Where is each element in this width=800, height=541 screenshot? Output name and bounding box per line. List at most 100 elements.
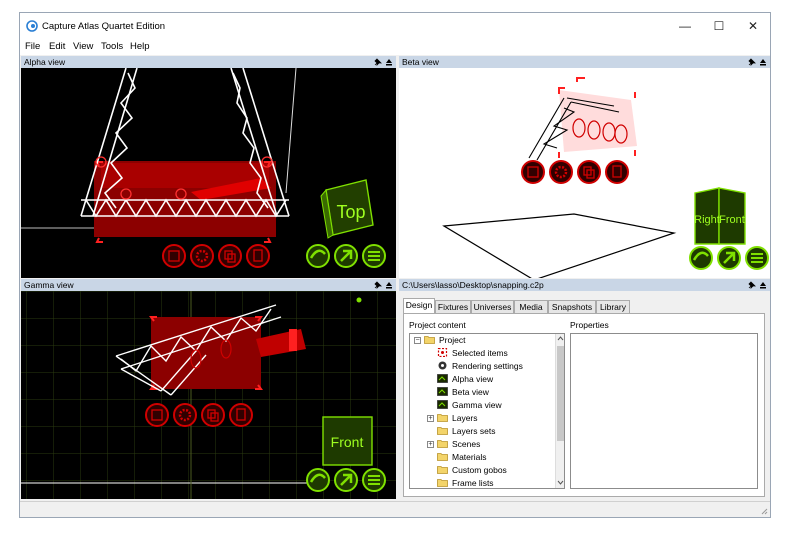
eject-icon[interactable]	[385, 281, 393, 289]
folder-icon	[437, 453, 448, 461]
project-panel: C:\Users\lasso\Desktop\snapping.c2p Desi…	[399, 279, 770, 499]
app-logo-icon	[26, 20, 38, 32]
gear-icon[interactable]	[549, 160, 573, 184]
scrollbar-thumb	[557, 346, 564, 441]
tab-design[interactable]: Design	[403, 298, 435, 314]
gamma-view-pane: Gamma view Front	[21, 279, 396, 499]
tree-item-scenes[interactable]: Scenes	[437, 438, 480, 451]
tab-fixtures[interactable]: Fixtures	[435, 300, 471, 314]
folder-icon	[437, 414, 448, 422]
folder-icon	[437, 427, 448, 435]
view-icon	[437, 374, 448, 383]
beta-cube-navigator[interactable]: Right Front	[694, 187, 746, 245]
pin-icon[interactable]	[748, 281, 756, 289]
properties-label: Properties	[570, 320, 609, 330]
eject-icon[interactable]	[759, 281, 767, 289]
alpha-green-toolbar	[306, 244, 386, 268]
selection-icon	[437, 348, 448, 357]
alpha-cube-label: Top	[336, 202, 365, 222]
minimize-button[interactable]: —	[668, 13, 702, 39]
project-panel-header: C:\Users\lasso\Desktop\snapping.c2p	[399, 279, 770, 291]
folder-icon	[437, 466, 448, 474]
gamma-viewport[interactable]: Front	[21, 291, 396, 499]
gamma-cube-navigator[interactable]: Front	[322, 416, 373, 466]
gamma-view-title: Gamma view	[24, 280, 74, 290]
alpha-viewport[interactable]: Top	[21, 68, 396, 278]
pin-icon[interactable]	[748, 58, 756, 66]
alpha-view-header: Alpha view	[21, 56, 396, 68]
eject-icon[interactable]	[759, 58, 767, 66]
menu-view[interactable]: View	[73, 41, 93, 52]
alpha-view-title: Alpha view	[24, 57, 66, 67]
focus-frame-icon[interactable]	[162, 244, 186, 268]
gamma-cube-label: Front	[331, 434, 364, 450]
project-tree[interactable]: − Project Selected items Rendering setti…	[409, 333, 565, 489]
tree-scrollbar[interactable]	[555, 334, 564, 488]
window-title: Capture Atlas Quartet Edition	[42, 21, 166, 32]
beta-view-pane: Beta view Right Front	[399, 56, 770, 278]
gear-icon[interactable]	[190, 244, 214, 268]
orbit-icon[interactable]	[306, 468, 330, 492]
tree-item-beta-view[interactable]: Beta view	[437, 386, 489, 399]
tree-item-alpha-view[interactable]: Alpha view	[437, 373, 493, 386]
tab-universes[interactable]: Universes	[471, 300, 514, 314]
copy-icon[interactable]	[218, 244, 242, 268]
close-button[interactable]: ✕	[736, 13, 770, 39]
tree-item-selected-items[interactable]: Selected items	[437, 347, 508, 360]
collapse-toggle[interactable]: −	[414, 337, 421, 344]
tab-snapshots[interactable]: Snapshots	[548, 300, 596, 314]
view-icon	[437, 387, 448, 396]
folder-icon	[437, 479, 448, 487]
beta-viewport[interactable]: Right Front	[399, 68, 770, 278]
tree-item-layers-sets[interactable]: Layers sets	[437, 425, 495, 438]
orbit-icon[interactable]	[306, 244, 330, 268]
expand-toggle[interactable]: +	[427, 415, 434, 422]
properties-box[interactable]	[570, 333, 758, 489]
tab-library[interactable]: Library	[596, 300, 630, 314]
tree-item-materials[interactable]: Materials	[437, 451, 486, 464]
resize-grip-icon[interactable]	[760, 507, 768, 515]
gear-icon[interactable]	[173, 403, 197, 427]
app-window: Capture Atlas Quartet Edition — ☐ ✕ File…	[19, 12, 771, 518]
project-path: C:\Users\lasso\Desktop\snapping.c2p	[402, 280, 544, 290]
tree-item-project[interactable]: Project	[424, 334, 465, 347]
view-icon	[437, 400, 448, 409]
document-icon[interactable]	[605, 160, 629, 184]
menu-help[interactable]: Help	[130, 41, 150, 52]
beta-cube-right-label: Right	[694, 214, 720, 226]
beta-cube-front-label: Front	[719, 214, 745, 226]
menu-edit[interactable]: Edit	[49, 41, 65, 52]
gamma-view-header: Gamma view	[21, 279, 396, 291]
render-settings-icon	[438, 361, 447, 370]
document-icon[interactable]	[229, 403, 253, 427]
focus-frame-icon[interactable]	[145, 403, 169, 427]
tree-item-layers[interactable]: Layers	[437, 412, 478, 425]
alpha-view-pane: Alpha view Top	[21, 56, 396, 278]
focus-frame-icon[interactable]	[521, 160, 545, 184]
tree-item-custom-gobos[interactable]: Custom gobos	[437, 464, 507, 477]
menu-bar: File Edit View Tools Help	[20, 39, 770, 55]
tree-item-frame-lists[interactable]: Frame lists	[437, 477, 494, 488]
beta-view-header: Beta view	[399, 56, 770, 68]
pin-icon[interactable]	[374, 58, 382, 66]
pin-icon[interactable]	[374, 281, 382, 289]
copy-icon[interactable]	[201, 403, 225, 427]
maximize-button[interactable]: ☐	[702, 13, 736, 39]
eject-icon[interactable]	[385, 58, 393, 66]
document-icon[interactable]	[246, 244, 270, 268]
title-bar[interactable]: Capture Atlas Quartet Edition — ☐ ✕	[20, 13, 770, 39]
orbit-icon[interactable]	[689, 246, 713, 270]
expand-toggle[interactable]: +	[427, 441, 434, 448]
folder-icon	[424, 336, 435, 344]
project-content-label: Project content	[409, 320, 466, 330]
menu-file[interactable]: File	[25, 41, 40, 52]
tab-media[interactable]: Media	[514, 300, 548, 314]
tree-item-gamma-view[interactable]: Gamma view	[437, 399, 502, 412]
status-bar	[20, 501, 770, 517]
copy-icon[interactable]	[577, 160, 601, 184]
gamma-green-toolbar	[306, 468, 386, 492]
beta-green-toolbar	[689, 246, 769, 270]
menu-tools[interactable]: Tools	[101, 41, 123, 52]
tree-item-rendering-settings[interactable]: Rendering settings	[437, 360, 523, 373]
folder-icon	[437, 440, 448, 448]
